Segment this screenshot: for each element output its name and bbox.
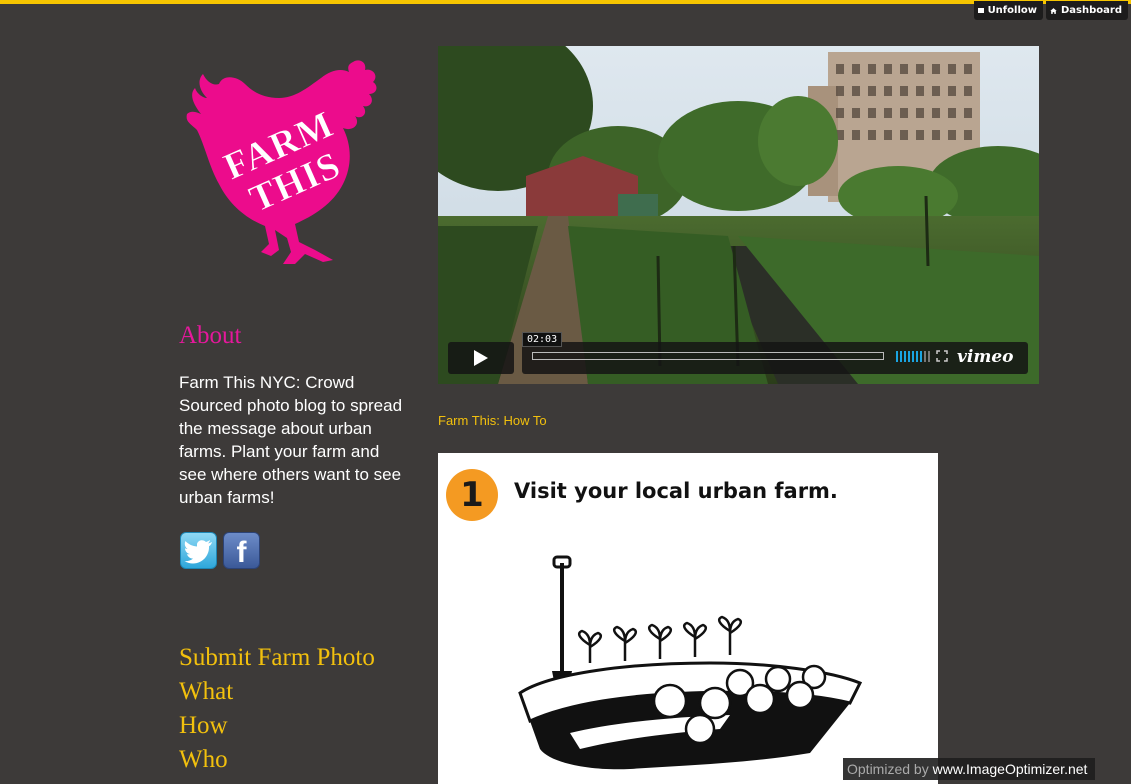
- step-text: Visit your local urban farm.: [514, 479, 838, 503]
- progress-bar[interactable]: [532, 352, 884, 360]
- volume-bar: [896, 351, 898, 362]
- unfollow-label: Unfollow: [987, 5, 1037, 16]
- volume-control[interactable]: [896, 351, 930, 362]
- step-number: 1: [460, 475, 484, 515]
- dashboard-label: Dashboard: [1061, 5, 1122, 16]
- play-button[interactable]: [448, 342, 514, 374]
- volume-bar: [924, 351, 926, 362]
- dashboard-button[interactable]: Dashboard: [1046, 1, 1128, 20]
- step-number-badge: 1: [446, 469, 498, 521]
- social-links: f: [180, 532, 260, 569]
- watermark: Optimized by www.ImageOptimizer.net: [843, 758, 1096, 780]
- volume-bar: [920, 351, 922, 362]
- minus-icon: [978, 8, 984, 13]
- volume-bar: [904, 351, 906, 362]
- twitter-button[interactable]: [180, 532, 217, 569]
- nav-who[interactable]: Who: [179, 743, 375, 777]
- video-player[interactable]: 02:03 vimeo: [438, 46, 1039, 384]
- facebook-button[interactable]: f: [223, 532, 260, 569]
- howto-image: 1 Visit your local urban farm.: [438, 453, 938, 784]
- video-time: 02:03: [522, 332, 563, 347]
- vimeo-logo[interactable]: vimeo: [957, 347, 1013, 367]
- fullscreen-icon[interactable]: [936, 350, 948, 362]
- post-title-link[interactable]: Farm This: How To: [438, 413, 547, 428]
- watermark-prefix: Optimized by: [847, 761, 929, 777]
- nav-how[interactable]: How: [179, 709, 375, 743]
- home-icon: [1050, 7, 1057, 14]
- chicken-icon: FARM THIS: [186, 60, 377, 264]
- farm-plot-illustration: [518, 555, 863, 770]
- twitter-icon: [184, 539, 212, 563]
- about-description: Farm This NYC: Crowd Sourced photo blog …: [179, 373, 403, 507]
- unfollow-button[interactable]: Unfollow: [974, 1, 1043, 20]
- about-heading: About: [179, 322, 242, 349]
- nav-what[interactable]: What: [179, 675, 375, 709]
- volume-bar: [908, 351, 910, 362]
- sidebar-nav: Submit Farm Photo What How Who: [179, 641, 375, 777]
- volume-bar: [900, 351, 902, 362]
- nav-submit-farm-photo[interactable]: Submit Farm Photo: [179, 641, 375, 675]
- video-controls: 02:03 vimeo: [448, 332, 1028, 374]
- volume-bar: [928, 351, 930, 362]
- facebook-icon: f: [236, 535, 247, 569]
- farm-this-logo[interactable]: FARM THIS: [183, 54, 393, 270]
- watermark-site: www.ImageOptimizer.net: [932, 761, 1088, 777]
- top-accent-bar: [0, 0, 1131, 4]
- volume-bar: [912, 351, 914, 362]
- volume-bar: [916, 351, 918, 362]
